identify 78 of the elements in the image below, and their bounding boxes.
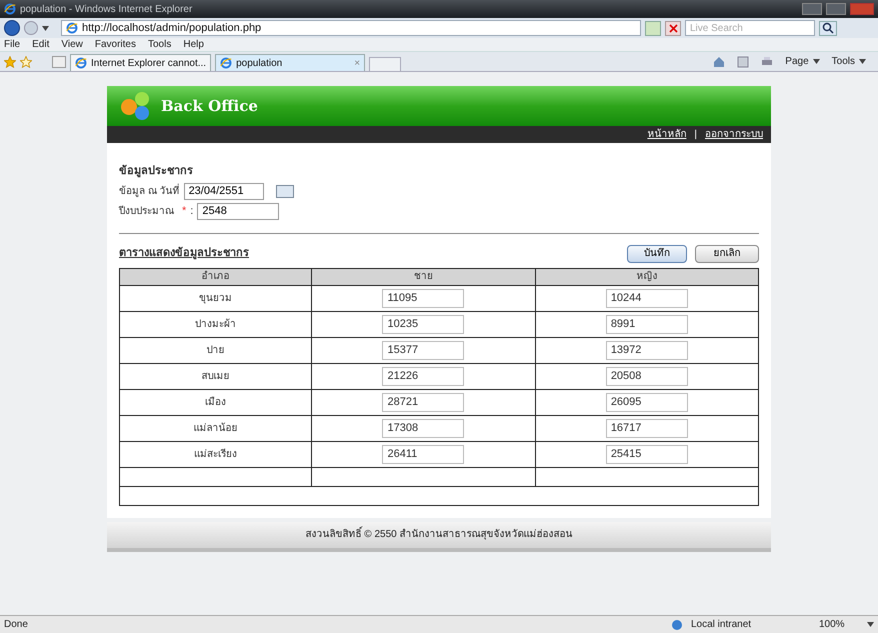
- home-icon[interactable]: [713, 56, 726, 68]
- minimize-button[interactable]: [802, 3, 822, 15]
- table-title: ตารางแสดงข้อมูลประชากร: [119, 246, 250, 262]
- number-field[interactable]: 10244: [606, 288, 688, 308]
- browser-icon: [66, 22, 78, 34]
- number-field[interactable]: 11095: [382, 288, 464, 308]
- number-field[interactable]: 10235: [382, 314, 464, 334]
- home-link[interactable]: หน้าหลัก: [647, 127, 686, 142]
- number-field[interactable]: 13972: [606, 340, 688, 360]
- caret-icon[interactable]: [867, 622, 874, 627]
- column-header: ชาย: [312, 268, 536, 285]
- menu-item[interactable]: Tools: [148, 37, 172, 52]
- site-title: Back Office: [161, 96, 258, 117]
- logout-link[interactable]: ออกจากระบบ: [705, 127, 763, 142]
- maximize-button[interactable]: [826, 3, 846, 15]
- star-icon[interactable]: [20, 56, 32, 68]
- table-cell: แม่ลาน้อย: [120, 415, 312, 441]
- year-label: ปีงบประมาณ: [119, 204, 174, 218]
- zoom-button[interactable]: 100%: [819, 617, 859, 632]
- nav-separator: |: [694, 128, 697, 142]
- menu-item[interactable]: File: [4, 37, 20, 52]
- cancel-button[interactable]: ยกเลิก: [695, 244, 759, 262]
- menu-item[interactable]: Edit: [32, 37, 50, 52]
- zone-text: Local intranet: [691, 618, 752, 632]
- menu-item[interactable]: Favorites: [94, 37, 136, 52]
- status-text: Done: [4, 618, 29, 632]
- calendar-button[interactable]: [276, 184, 294, 198]
- number-field[interactable]: 20508: [606, 366, 688, 386]
- stop-button[interactable]: [665, 20, 681, 36]
- caret-icon[interactable]: [859, 59, 866, 64]
- number-field[interactable]: 15377: [382, 340, 464, 360]
- back-button[interactable]: [4, 20, 20, 36]
- footer-text: สงวนลิขสิทธิ์ © 2550 สำนักงานสาธารณสุขจังหวัดแม่ฮ่องสอน: [306, 527, 572, 542]
- browser-tab[interactable]: Internet Explorer cannot...: [70, 54, 212, 71]
- required-mark: *: [182, 204, 186, 219]
- table-cell: ปางมะผ้า: [120, 311, 312, 337]
- search-icon: [822, 22, 834, 34]
- number-field[interactable]: 16717: [606, 418, 688, 438]
- number-field[interactable]: 8991: [606, 314, 688, 334]
- command-button[interactable]: Tools: [832, 54, 855, 69]
- colon: :: [190, 204, 194, 219]
- tab-list-button[interactable]: [52, 56, 66, 68]
- browser-tab[interactable]: population ×: [215, 54, 366, 71]
- number-field[interactable]: 17308: [382, 418, 464, 438]
- new-tab-button[interactable]: [369, 57, 402, 71]
- search-field[interactable]: Live Search: [685, 20, 815, 36]
- number-field[interactable]: 21226: [382, 366, 464, 386]
- close-icon: [668, 24, 678, 32]
- column-header: อำเภอ: [120, 268, 312, 285]
- window-title: population - Windows Internet Explorer: [20, 2, 192, 16]
- menu-item[interactable]: View: [61, 37, 83, 52]
- caret-icon[interactable]: [42, 26, 49, 30]
- menu-item[interactable]: Help: [183, 37, 204, 52]
- table-cell: ขุนยวม: [120, 285, 312, 311]
- browser-icon: [220, 57, 232, 69]
- number-field[interactable]: 26411: [382, 444, 464, 464]
- column-header: หญิง: [535, 268, 758, 285]
- browser-icon: [4, 3, 16, 15]
- table-cell: ปาย: [120, 337, 312, 363]
- refresh-button[interactable]: [645, 20, 661, 36]
- save-button[interactable]: บันทึก: [627, 244, 687, 262]
- date-label: ข้อมูล ณ วันที่: [119, 184, 180, 198]
- number-field[interactable]: 28721: [382, 392, 464, 412]
- address-field[interactable]: http://localhost/admin/population.php: [61, 20, 641, 36]
- date-field[interactable]: 23/04/2551: [184, 182, 264, 200]
- number-field[interactable]: 26095: [606, 392, 688, 412]
- star-icon[interactable]: [4, 56, 16, 68]
- form-heading: ข้อมูลประชากร: [119, 164, 194, 180]
- browser-icon: [75, 57, 87, 69]
- year-field[interactable]: 2548: [197, 202, 280, 220]
- number-field[interactable]: 25415: [606, 444, 688, 464]
- search-button[interactable]: [819, 20, 837, 36]
- table-cell: เมือง: [120, 389, 312, 415]
- command-button[interactable]: Page: [785, 54, 809, 69]
- table-cell: สบเมย: [120, 363, 312, 389]
- printer-icon[interactable]: [761, 56, 774, 68]
- table-cell: แม่สะเรียง: [120, 441, 312, 467]
- caret-icon[interactable]: [812, 59, 820, 64]
